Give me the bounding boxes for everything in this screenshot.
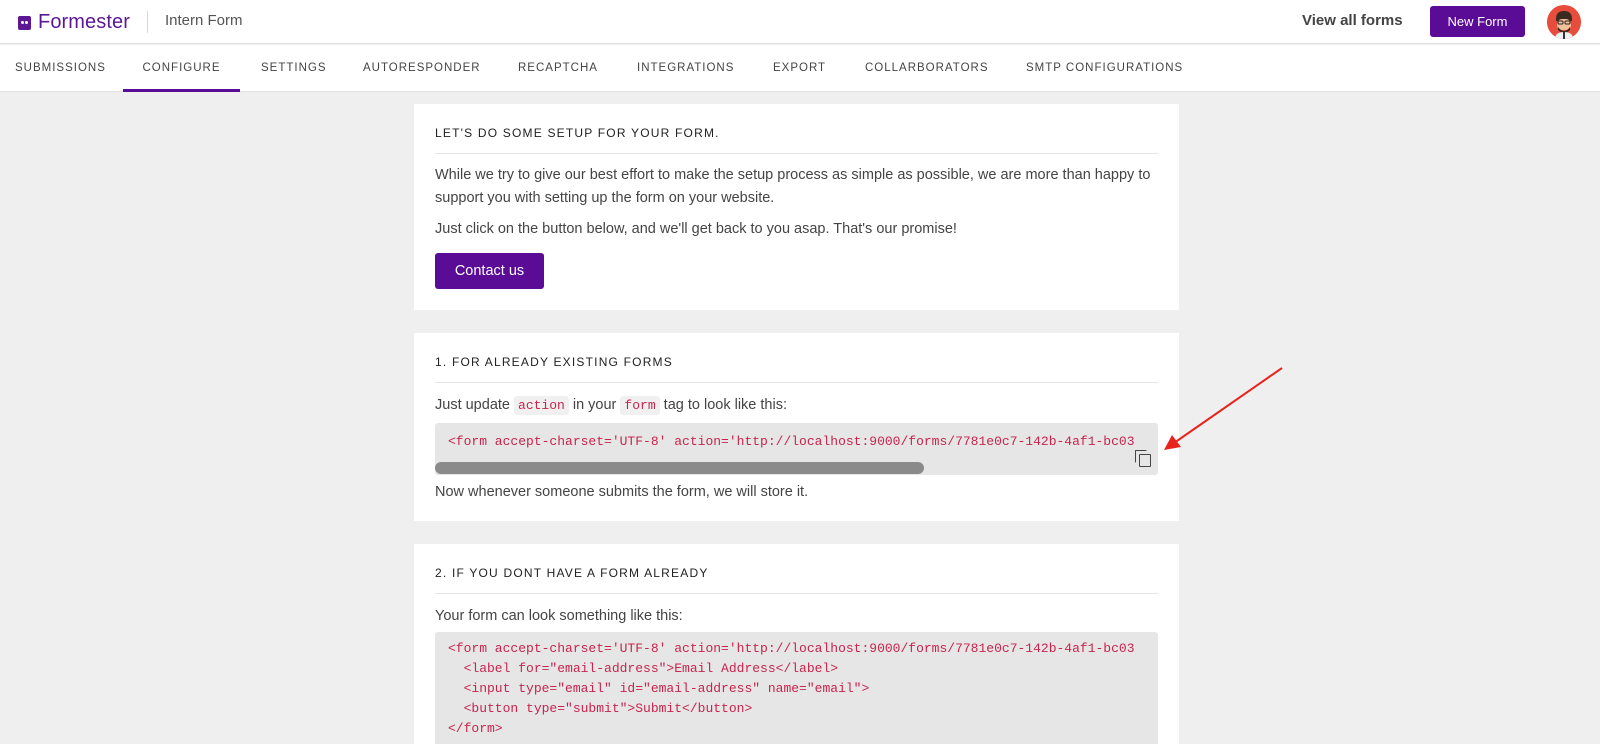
setup-promise-text: Just click on the button below, and we'l… <box>435 221 957 237</box>
existing-forms-footer: Now whenever someone submits the form, w… <box>435 484 809 500</box>
tab-smtp-configurations[interactable]: SMTP CONFIGURATIONS <box>1026 45 1183 92</box>
red-arrow-annotation <box>1164 367 1283 450</box>
avatar[interactable] <box>1547 5 1581 39</box>
code-line: <form accept-charset='UTF-8' action='htt… <box>448 434 1135 449</box>
top-bar: Formester Intern Form View all forms New… <box>0 0 1600 44</box>
tab-submissions[interactable]: SUBMISSIONS <box>15 45 106 92</box>
existing-forms-card: 1. FOR ALREADY EXISTING FORMS Just updat… <box>414 333 1179 521</box>
brand-logo[interactable]: Formester <box>18 11 130 34</box>
tab-export[interactable]: EXPORT <box>773 45 826 92</box>
sample-form-code-block[interactable]: <form accept-charset='UTF-8' action='htt… <box>435 632 1158 744</box>
code-line: <input type="email" id="email-address" n… <box>448 681 870 696</box>
instruction-text-end: tag to look like this: <box>663 397 787 413</box>
existing-forms-title: 1. FOR ALREADY EXISTING FORMS <box>435 333 1158 383</box>
new-form-title: 2. IF YOU DONT HAVE A FORM ALREADY <box>435 544 1158 594</box>
form-name: Intern Form <box>165 12 243 29</box>
form-tag-code: form <box>620 396 660 415</box>
setup-description: While we try to give our best effort to … <box>435 167 1151 206</box>
existing-form-code-block[interactable]: <form accept-charset='UTF-8' action='htt… <box>435 423 1158 475</box>
avatar-icon <box>1547 5 1581 39</box>
formester-logo-icon <box>18 15 31 30</box>
tab-bar: SUBMISSIONS CONFIGURE SETTINGS AUTORESPO… <box>0 45 1600 92</box>
new-form-intro: Your form can look something like this: <box>435 608 683 624</box>
code-line: <label for="email-address">Email Address… <box>448 661 839 676</box>
tab-configure[interactable]: CONFIGURE <box>123 45 240 92</box>
copy-icon[interactable] <box>1135 450 1151 467</box>
tab-recaptcha[interactable]: RECAPTCHA <box>518 45 598 92</box>
code-line: </form> <box>448 721 503 736</box>
new-form-button[interactable]: New Form <box>1430 6 1525 37</box>
setup-card-title: LET'S DO SOME SETUP FOR YOUR FORM. <box>435 104 1158 154</box>
contact-us-button[interactable]: Contact us <box>435 253 544 289</box>
instruction-text-middle: in your <box>572 397 617 413</box>
setup-card: LET'S DO SOME SETUP FOR YOUR FORM. While… <box>414 104 1179 310</box>
code-line: <button type="submit">Submit</button> <box>448 701 753 716</box>
new-form-card: 2. IF YOU DONT HAVE A FORM ALREADY Your … <box>414 544 1179 744</box>
tab-autoresponder[interactable]: AUTORESPONDER <box>363 45 481 92</box>
code-line: <form accept-charset='UTF-8' action='htt… <box>448 641 1135 656</box>
horizontal-scrollbar[interactable] <box>435 462 924 474</box>
view-all-forms-link[interactable]: View all forms <box>1302 12 1403 29</box>
brand-name: Formester <box>38 11 131 33</box>
header-divider <box>147 11 148 33</box>
existing-forms-instructions: Just update action in your form tag to l… <box>435 394 1158 417</box>
tab-settings[interactable]: SETTINGS <box>261 45 327 92</box>
tab-integrations[interactable]: INTEGRATIONS <box>637 45 734 92</box>
instruction-text-start: Just update <box>435 397 510 413</box>
tab-collaborators[interactable]: COLLARBORATORS <box>865 45 989 92</box>
action-attribute-code: action <box>514 396 569 415</box>
